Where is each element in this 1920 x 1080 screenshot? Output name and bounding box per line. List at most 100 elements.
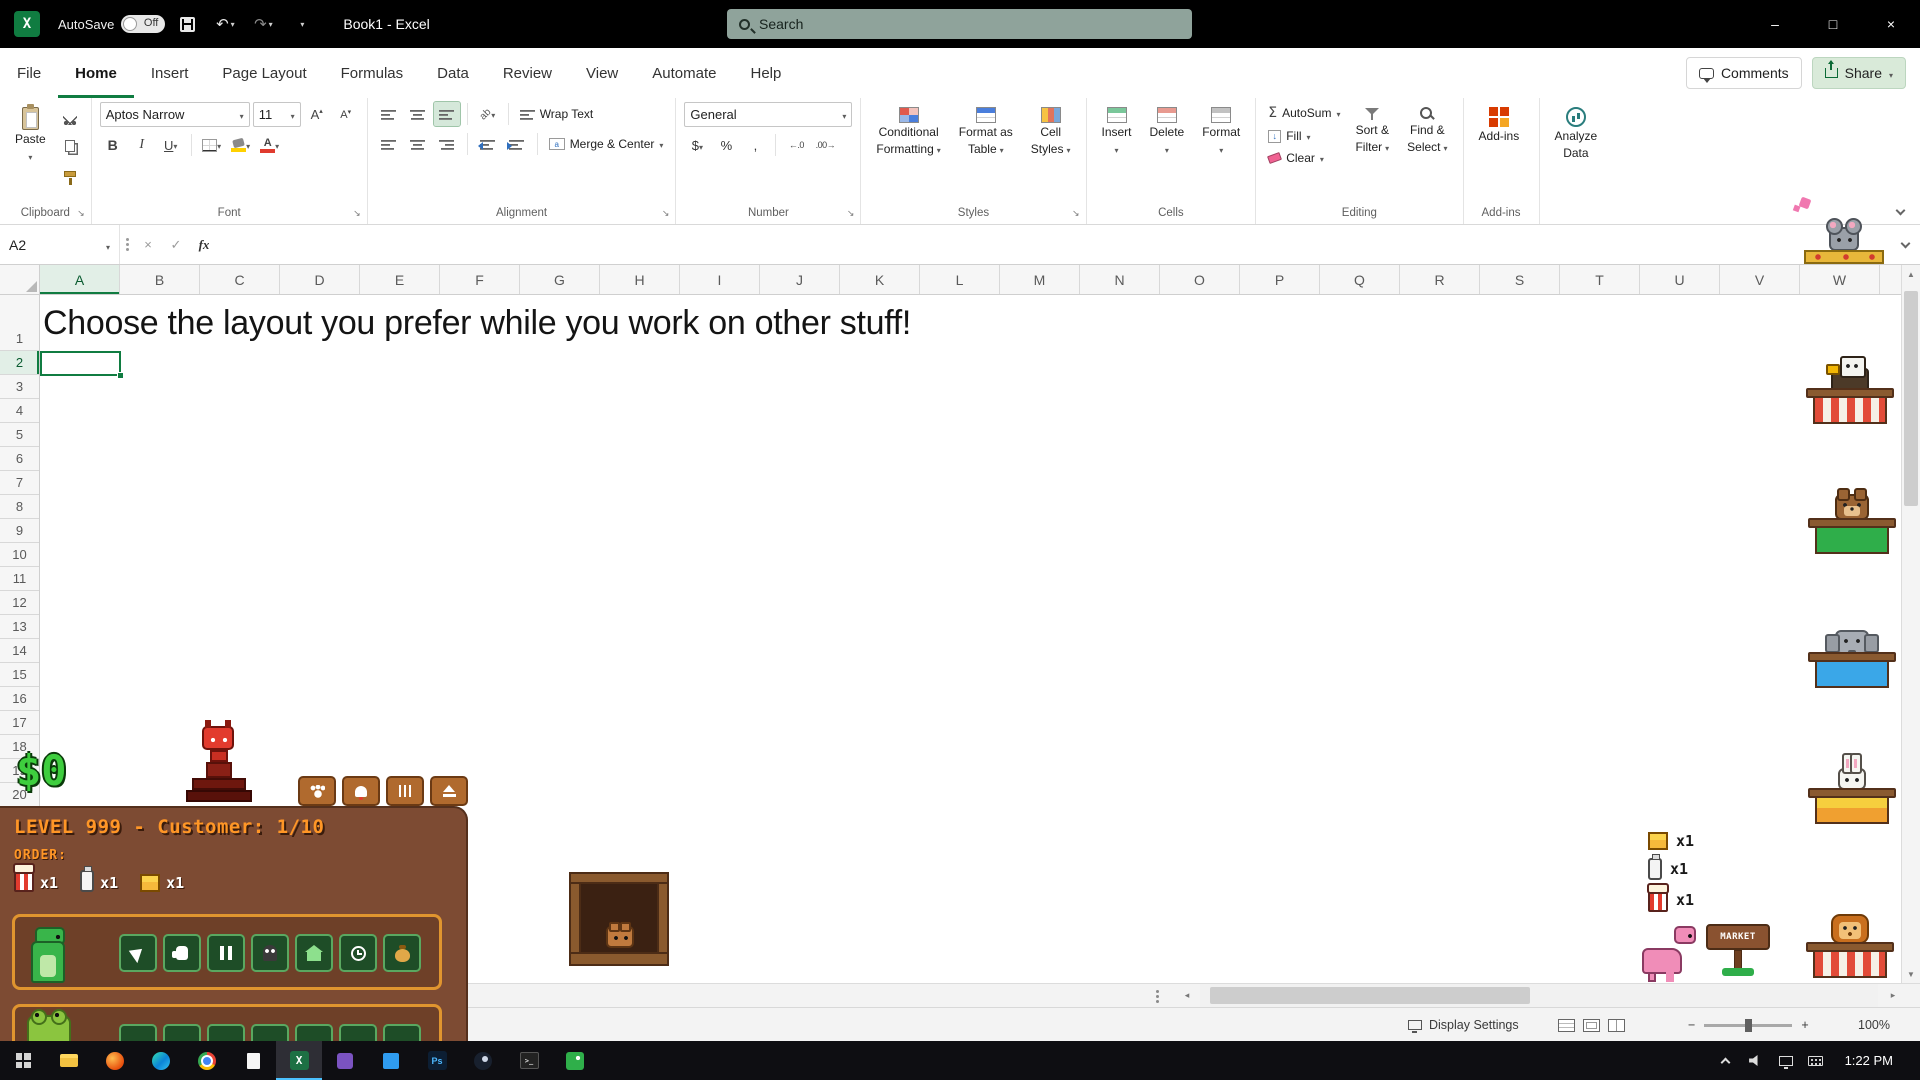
mouse-stall[interactable] [1804, 202, 1884, 264]
row-header-16[interactable]: 16 [0, 687, 39, 711]
formula-bar-handle[interactable] [120, 225, 134, 264]
column-header-C[interactable]: C [200, 265, 280, 294]
tab-insert[interactable]: Insert [134, 48, 206, 98]
scroll-right-icon[interactable]: ▸ [1882, 984, 1904, 1007]
autosave-toggle[interactable]: Off [121, 15, 165, 33]
formula-input[interactable] [218, 225, 1890, 264]
font-name-combo[interactable]: Aptos Narrow [100, 102, 250, 127]
close-button[interactable]: × [1862, 0, 1920, 48]
format-painter-button[interactable] [57, 162, 83, 186]
taskbar-game-button[interactable] [552, 1041, 598, 1080]
taskbar-firefox-button[interactable] [92, 1041, 138, 1080]
column-header-F[interactable]: F [440, 265, 520, 294]
taskbar-file-explorer-button[interactable] [46, 1041, 92, 1080]
taskbar-edge-button[interactable] [138, 1041, 184, 1080]
row-header-10[interactable]: 10 [0, 543, 39, 567]
insert-function-button[interactable]: fx [190, 225, 218, 264]
tab-file[interactable]: File [0, 48, 58, 98]
tab-page-layout[interactable]: Page Layout [205, 48, 323, 98]
percent-button[interactable]: % [713, 133, 739, 157]
column-header-A[interactable]: A [40, 265, 120, 294]
redo-button[interactable]: ↷▾ [247, 8, 279, 40]
dialog-launcher-icon[interactable]: ↘ [77, 208, 85, 219]
row-header-11[interactable]: 11 [0, 567, 39, 591]
column-header-G[interactable]: G [520, 265, 600, 294]
toolbar-button[interactable] [339, 1024, 377, 1041]
zoom-in-button[interactable]: + [1801, 1018, 1808, 1032]
delete-cells-button[interactable]: Delete [1143, 102, 1192, 162]
column-header-H[interactable]: H [600, 265, 680, 294]
increase-decimal-button[interactable]: ←.0 [783, 133, 809, 157]
pause-button[interactable] [207, 934, 245, 972]
tab-help[interactable]: Help [733, 48, 798, 98]
number-format-combo[interactable]: General [684, 102, 852, 127]
column-header-M[interactable]: M [1000, 265, 1080, 294]
row-header-3[interactable]: 3 [0, 375, 39, 399]
minimize-button[interactable]: – [1746, 0, 1804, 48]
taskbar-start-button[interactable] [0, 1041, 46, 1080]
column-header-W[interactable]: W [1800, 265, 1880, 294]
confirm-entry-button[interactable]: ✓ [162, 225, 190, 264]
menu-button[interactable] [386, 776, 424, 806]
taskbar-steam-button[interactable] [460, 1041, 506, 1080]
font-size-combo[interactable]: 11 [253, 102, 301, 127]
demon-statue[interactable] [184, 722, 254, 806]
autosave-control[interactable]: AutoSave Off [58, 15, 165, 33]
row-header-14[interactable]: 14 [0, 639, 39, 663]
vertical-scroll-thumb[interactable] [1904, 291, 1918, 506]
cancel-entry-button[interactable]: × [134, 225, 162, 264]
merge-center-button[interactable]: aMerge & Center [545, 134, 668, 154]
clear-button[interactable]: Clear [1264, 148, 1344, 168]
column-header-N[interactable]: N [1080, 265, 1160, 294]
elephant-stall[interactable] [1808, 610, 1896, 688]
taskbar-excel-button[interactable] [276, 1041, 322, 1080]
dialog-launcher-icon[interactable]: ↘ [1072, 208, 1080, 219]
name-box[interactable]: A2 [0, 225, 120, 264]
zoom-out-button[interactable]: − [1688, 1018, 1695, 1032]
currency-button[interactable]: $ [684, 133, 710, 157]
increase-indent-button[interactable] [504, 132, 530, 156]
underline-button[interactable]: U [158, 133, 184, 157]
tab-automate[interactable]: Automate [635, 48, 733, 98]
search-box[interactable]: Search [727, 9, 1192, 39]
column-header-R[interactable]: R [1400, 265, 1480, 294]
borders-button[interactable] [199, 133, 225, 157]
rabbit-stall[interactable] [1808, 746, 1896, 824]
display-settings-button[interactable]: Display Settings [1408, 1008, 1519, 1042]
column-header-E[interactable]: E [360, 265, 440, 294]
toolbar-button[interactable] [207, 1024, 245, 1041]
column-header-J[interactable]: J [760, 265, 840, 294]
eject-button[interactable] [430, 776, 468, 806]
analyze-data-button[interactable]: Analyze Data [1548, 102, 1605, 166]
toolbar-button[interactable] [383, 1024, 421, 1041]
volume-button[interactable] [1743, 1041, 1769, 1080]
tab-home[interactable]: Home [58, 48, 134, 98]
scroll-up-icon[interactable]: ▲ [1902, 265, 1920, 283]
taskbar-terminal-button[interactable] [506, 1041, 552, 1080]
toolbar-button[interactable] [163, 1024, 201, 1041]
touch-keyboard-button[interactable] [1803, 1041, 1829, 1080]
scroll-left-icon[interactable]: ◂ [1176, 984, 1198, 1007]
zoom-slider[interactable] [1704, 1024, 1792, 1027]
increase-font-button[interactable]: A▴ [304, 103, 330, 127]
align-middle-button[interactable] [405, 102, 431, 126]
orientation-button[interactable]: ab [475, 102, 501, 126]
cut-button[interactable] [57, 106, 83, 130]
align-bottom-button[interactable] [434, 102, 460, 126]
italic-button[interactable]: I [129, 133, 155, 157]
conditional-formatting-button[interactable]: Conditional Formatting [869, 102, 947, 162]
taskbar-vscode-button[interactable] [368, 1041, 414, 1080]
vertical-scrollbar[interactable]: ▲ ▼ [1901, 265, 1920, 983]
paw-button[interactable] [298, 776, 336, 806]
toolbar-button[interactable] [251, 1024, 289, 1041]
taskbar-visual-studio-button[interactable] [322, 1041, 368, 1080]
column-header-O[interactable]: O [1160, 265, 1240, 294]
hand-button[interactable] [163, 934, 201, 972]
tab-view[interactable]: View [569, 48, 635, 98]
column-header-S[interactable]: S [1480, 265, 1560, 294]
comma-style-button[interactable]: , [742, 133, 768, 157]
autosum-button[interactable]: ΣAutoSum [1264, 102, 1344, 124]
row-header-17[interactable]: 17 [0, 711, 39, 735]
market-sign[interactable]: MARKET [1706, 924, 1772, 976]
row-header-2[interactable]: 2 [0, 351, 39, 375]
